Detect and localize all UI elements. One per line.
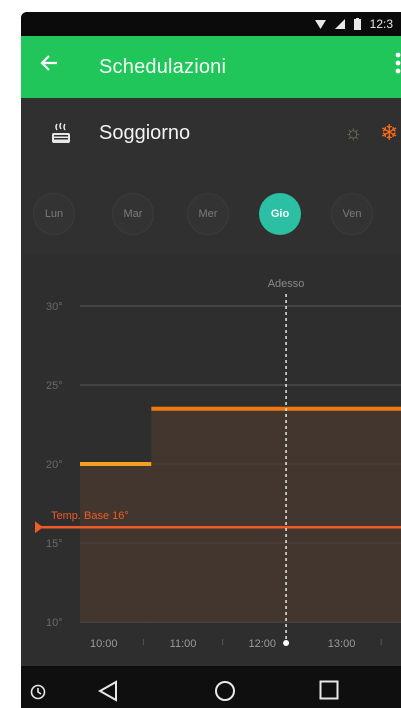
page-title: Schedulazioni [99, 56, 227, 78]
day-ven[interactable]: Ven [331, 193, 373, 235]
now-marker [283, 640, 290, 646]
more-vert-icon[interactable] [395, 52, 401, 81]
battery-icon [353, 18, 361, 30]
schedule-fill [80, 464, 152, 622]
y-tick-label: 10° [46, 617, 63, 629]
room-header: Soggiorno ☼ ❄ [21, 98, 401, 172]
nav-back-icon[interactable] [97, 680, 118, 707]
x-tick-label: 12:00 [249, 638, 277, 650]
phone-screen: 12:3 Schedulazioni Soggiorno ☼ ❄ Lun Mar… [21, 12, 401, 708]
room-name: Soggiorno [99, 122, 191, 144]
heater-icon [51, 122, 71, 149]
nav-home-icon[interactable] [214, 680, 236, 707]
x-tick-label: 10:00 [90, 638, 118, 650]
status-bar: 12:3 [21, 12, 401, 36]
base-temp-label: Temp. Base 16° [51, 510, 129, 522]
nav-recents-icon[interactable] [319, 680, 339, 705]
status-time: 12:3 [369, 17, 393, 31]
day-lun[interactable]: Lun [33, 193, 75, 235]
y-tick-label: 25° [46, 380, 63, 392]
day-label: Gio [270, 208, 290, 220]
x-tick-label: 13:00 [328, 638, 356, 650]
nav-bar [21, 666, 401, 708]
signal-icon [334, 19, 345, 29]
now-label: Adesso [268, 278, 305, 290]
y-tick-label: 30° [46, 301, 63, 313]
sun-icon[interactable]: ☼ [344, 122, 362, 145]
day-label: Mer [198, 208, 218, 220]
y-tick-label: 20° [46, 459, 63, 471]
day-label: Lun [44, 208, 64, 220]
day-mer[interactable]: Mer [187, 193, 229, 235]
day-label: Ven [342, 208, 362, 220]
arrow-left-icon[interactable] [39, 53, 59, 78]
day-selector: Lun Mar Mer Gio Ven [21, 172, 401, 254]
clock-icon[interactable] [30, 684, 46, 705]
day-gio[interactable]: Gio [259, 193, 301, 235]
base-temp-marker [35, 521, 43, 534]
schedule-fill [151, 408, 401, 622]
snowflake-icon[interactable]: ❄ [380, 120, 398, 146]
day-label: Mar [123, 208, 143, 220]
day-mar[interactable]: Mar [112, 193, 154, 235]
x-tick-label: 11:00 [170, 638, 197, 650]
app-bar: Schedulazioni [21, 36, 401, 98]
wifi-icon [314, 19, 326, 29]
schedule-chart[interactable]: 30° 25° 20° 15° 10° Temp. Base 16° Adesso 10:00… [21, 254, 401, 666]
y-tick-label: 15° [46, 538, 63, 550]
chart-svg: 30° 25° 20° 15° 10° Temp. Base 16° Adesso 10:00… [35, 278, 401, 650]
